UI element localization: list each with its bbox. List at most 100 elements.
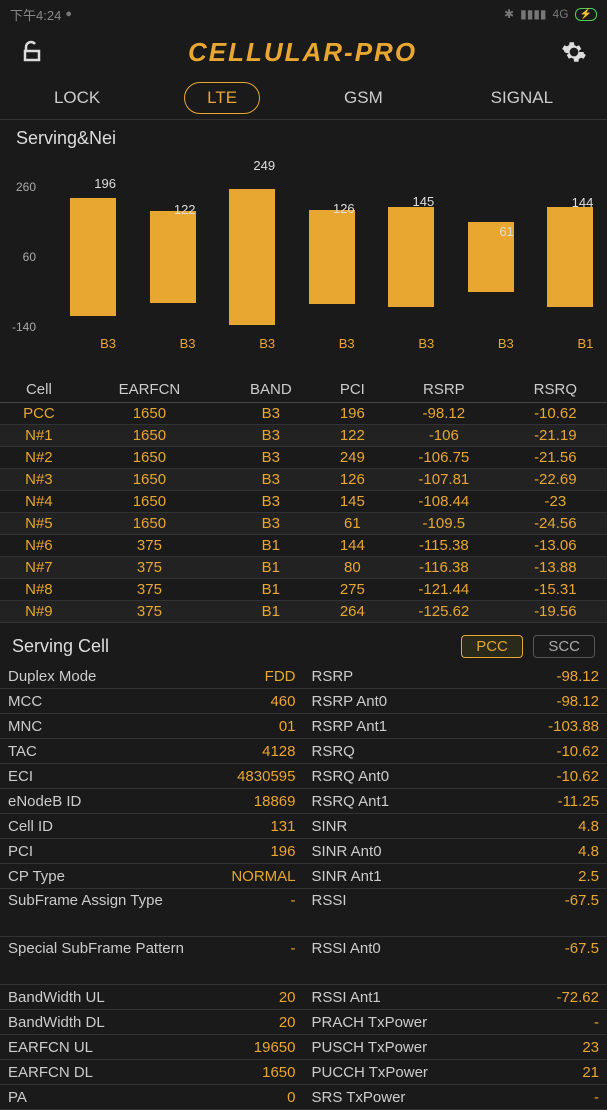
lock-icon[interactable] bbox=[20, 40, 44, 64]
tab-lte[interactable]: LTE bbox=[184, 82, 260, 114]
kv-value: -11.25 bbox=[558, 793, 599, 810]
kv-row: RSSI Ant1-72.62 bbox=[304, 985, 607, 1010]
bar-group: 249B3 bbox=[203, 187, 275, 327]
kv-value: 21 bbox=[582, 1064, 599, 1081]
kv-label: SINR bbox=[312, 818, 348, 835]
kv-label: RSRP bbox=[312, 668, 354, 685]
kv-row: RSSI-67.5 bbox=[304, 889, 607, 937]
table-cell: N#7 bbox=[0, 557, 78, 579]
kv-row: SRS TxPower- bbox=[304, 1085, 607, 1110]
kv-row: BandWidth DL 20 bbox=[0, 1010, 304, 1035]
kv-value: 20 bbox=[279, 989, 296, 1006]
bar-value: 126 bbox=[333, 201, 355, 216]
status-bar: 下午4:24 ● ✱ ▮▮▮▮ 4G ⚡ bbox=[0, 0, 607, 28]
bar-value: 145 bbox=[413, 194, 435, 209]
kv-label: SRS TxPower bbox=[312, 1089, 406, 1106]
kv-value: -10.62 bbox=[556, 743, 599, 760]
serving-cell-header: Serving Cell PCC SCC bbox=[0, 629, 607, 664]
kv-row: PRACH TxPower- bbox=[304, 1010, 607, 1035]
tab-bar: LOCK LTE GSM SIGNAL bbox=[0, 76, 607, 120]
kv-label: RSSI Ant1 bbox=[312, 989, 381, 1006]
table-cell: -10.62 bbox=[504, 403, 607, 425]
kv-value: 2.5 bbox=[578, 868, 599, 885]
kv-value: -67.5 bbox=[565, 892, 599, 909]
y-tick: 60 bbox=[23, 250, 36, 264]
table-row: N#41650B3145-108.44-23 bbox=[0, 491, 607, 513]
app-header: Cellular-Pro bbox=[0, 28, 607, 76]
gear-icon[interactable] bbox=[561, 39, 587, 65]
serving-nei-chart: 26060-140 196B3122B3249B3126B3145B361B31… bbox=[0, 157, 607, 377]
kv-label: eNodeB ID bbox=[8, 793, 81, 810]
status-time: 下午4:24 bbox=[10, 5, 61, 24]
tab-signal[interactable]: SIGNAL bbox=[467, 80, 577, 116]
bar-value: 61 bbox=[499, 224, 513, 239]
cell-table: CellEARFCNBANDPCIRSRPRSRQ PCC1650B3196-9… bbox=[0, 377, 607, 623]
kv-value: 4830595 bbox=[237, 768, 295, 785]
kv-label: EARFCN UL bbox=[8, 1039, 93, 1056]
table-cell: 375 bbox=[78, 579, 221, 601]
table-cell: N#4 bbox=[0, 491, 78, 513]
table-cell: 196 bbox=[321, 403, 384, 425]
bar bbox=[150, 211, 196, 303]
kv-row: PCI196 bbox=[0, 839, 304, 864]
y-tick: -140 bbox=[12, 320, 36, 334]
kv-label: TAC bbox=[8, 743, 37, 760]
bar bbox=[309, 210, 355, 303]
kv-label: PUSCH TxPower bbox=[312, 1039, 428, 1056]
kv-label: PA bbox=[8, 1089, 27, 1106]
table-cell: N#8 bbox=[0, 579, 78, 601]
scc-pill[interactable]: SCC bbox=[533, 635, 595, 658]
serving-cell-title: Serving Cell bbox=[12, 636, 109, 657]
table-header: PCI bbox=[321, 377, 384, 403]
table-cell: -13.06 bbox=[504, 535, 607, 557]
y-tick: 260 bbox=[16, 180, 36, 194]
kv-value: 460 bbox=[270, 693, 295, 710]
kv-value: NORMAL bbox=[231, 868, 295, 885]
table-cell: 1650 bbox=[78, 491, 221, 513]
pcc-pill[interactable]: PCC bbox=[461, 635, 523, 658]
bar-value: 144 bbox=[572, 195, 594, 210]
table-cell: B3 bbox=[221, 403, 321, 425]
bar-value: 196 bbox=[94, 176, 116, 191]
table-cell: N#5 bbox=[0, 513, 78, 535]
table-cell: N#1 bbox=[0, 425, 78, 447]
table-cell: -106 bbox=[384, 425, 504, 447]
kv-row: MCC460 bbox=[0, 689, 304, 714]
kv-label: RSSI Ant0 bbox=[312, 940, 381, 957]
kv-label: SINR Ant1 bbox=[312, 868, 382, 885]
kv-row: SINR Ant04.8 bbox=[304, 839, 607, 864]
kv-value: 20 bbox=[279, 1014, 296, 1031]
kv-row: RSRP Ant1-103.88 bbox=[304, 714, 607, 739]
kv-row: ECI4830595 bbox=[0, 764, 304, 789]
kv-value: 0 bbox=[287, 1089, 295, 1106]
bar-category: B3 bbox=[259, 336, 275, 351]
table-cell: 145 bbox=[321, 491, 384, 513]
tab-lock[interactable]: LOCK bbox=[30, 80, 124, 116]
table-cell: 1650 bbox=[78, 403, 221, 425]
table-cell: -19.56 bbox=[504, 601, 607, 623]
table-cell: 122 bbox=[321, 425, 384, 447]
table-cell: B1 bbox=[221, 535, 321, 557]
kv-label: PUCCH TxPower bbox=[312, 1064, 428, 1081]
table-cell: -21.19 bbox=[504, 425, 607, 447]
table-cell: -98.12 bbox=[384, 403, 504, 425]
table-cell: 1650 bbox=[78, 447, 221, 469]
table-cell: B3 bbox=[221, 469, 321, 491]
bar bbox=[70, 198, 116, 316]
kv-label: BandWidth DL bbox=[8, 1014, 105, 1031]
table-cell: -106.75 bbox=[384, 447, 504, 469]
bar bbox=[229, 189, 275, 325]
kv-row: TAC4128 bbox=[0, 739, 304, 764]
bar-group: 144B1 bbox=[521, 187, 593, 327]
kv-row: RSRP Ant0-98.12 bbox=[304, 689, 607, 714]
table-cell: -15.31 bbox=[504, 579, 607, 601]
kv-value: - bbox=[291, 892, 296, 909]
bar-category: B1 bbox=[577, 336, 593, 351]
table-cell: -22.69 bbox=[504, 469, 607, 491]
battery-icon: ⚡ bbox=[575, 8, 597, 21]
table-cell: B3 bbox=[221, 513, 321, 535]
table-cell: PCC bbox=[0, 403, 78, 425]
tab-gsm[interactable]: GSM bbox=[320, 80, 407, 116]
table-cell: 61 bbox=[321, 513, 384, 535]
kv-label: Special SubFrame Pattern bbox=[8, 940, 184, 957]
